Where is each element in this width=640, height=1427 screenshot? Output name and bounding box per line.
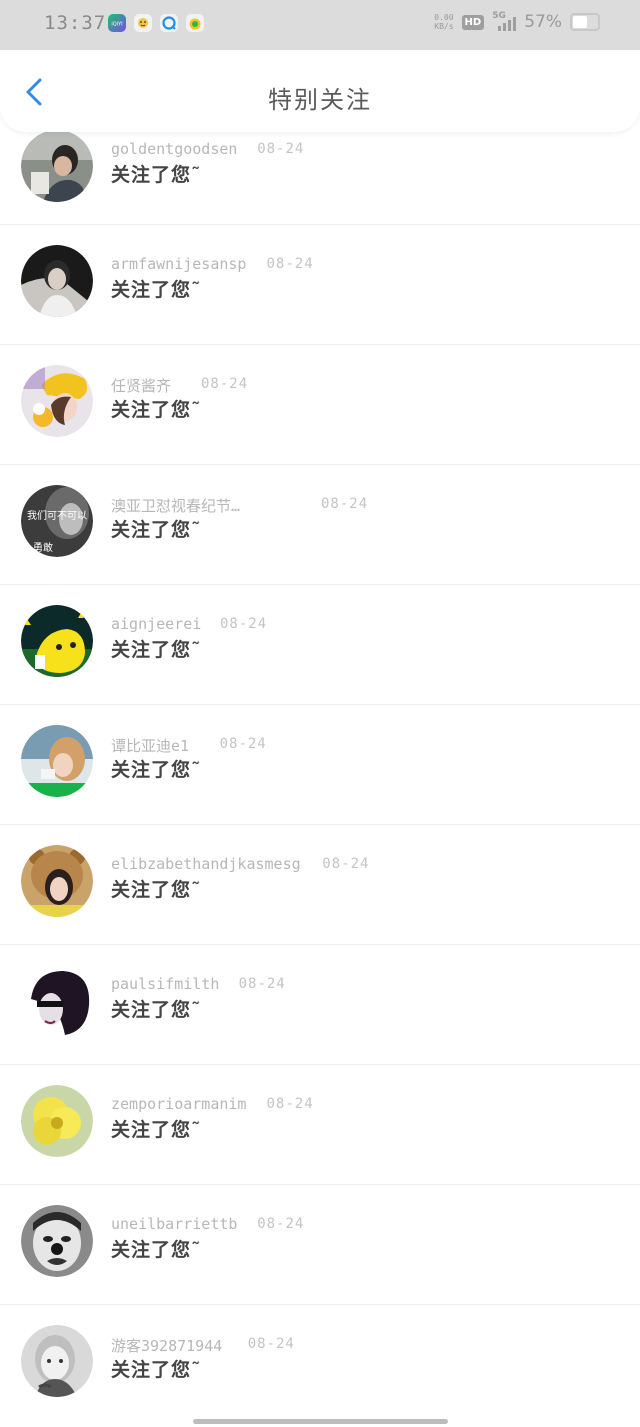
avatar-caption: 我们可不可以 [27, 509, 87, 522]
notification-row[interactable]: uneilbarriettb 08-24 关注了您˜ [0, 1185, 640, 1305]
notification-row[interactable]: elibzabethandjkasmesg 08-24 关注了您˜ [0, 825, 640, 945]
follow-date: 08-24 [201, 376, 249, 392]
signal-icon: 5G [492, 11, 517, 31]
user-name[interactable]: uneilbarriettb [111, 1215, 237, 1233]
user-avatar[interactable] [21, 1205, 93, 1277]
user-name[interactable]: paulsifmilth [111, 975, 219, 993]
follow-action-text: 关注了您˜ [111, 399, 202, 421]
user-avatar[interactable] [21, 605, 93, 677]
qq-music-app-icon [186, 14, 204, 32]
user-avatar[interactable] [21, 725, 93, 797]
user-avatar[interactable] [21, 965, 93, 1037]
user-name[interactable]: 任贤酱齐 [111, 375, 171, 396]
user-avatar[interactable] [21, 365, 93, 437]
follow-date: 08-24 [266, 256, 314, 272]
network-type: 5G [492, 11, 506, 21]
status-bar: 13:37 iQIYI 0.00 KB/s HD 5G 57% [0, 0, 640, 50]
notification-row[interactable]: paulsifmilth 08-24 关注了您˜ [0, 945, 640, 1065]
status-time: 13:37 [44, 12, 107, 34]
follow-action-text: 关注了您˜ [111, 879, 202, 901]
notification-list[interactable]: goldentgoodsen 08-24 关注了您˜ armfawnijesansp 0… [0, 131, 640, 1421]
follow-date: 08-24 [321, 496, 369, 512]
user-name[interactable]: armfawnijesansp [111, 255, 246, 273]
follow-date: 08-24 [322, 856, 370, 872]
follow-action-text: 关注了您˜ [111, 164, 202, 186]
battery-percent: 57% [524, 12, 562, 32]
user-name[interactable]: 谭比亚迪e1 [111, 735, 189, 756]
follow-action-text: 关注了您˜ [111, 1359, 202, 1381]
user-name[interactable]: goldentgoodsen [111, 140, 237, 158]
follow-action-text: 关注了您˜ [111, 519, 202, 541]
status-indicators: 0.00 KB/s HD 5G 57% [434, 11, 600, 32]
avatar-caption: 勇敢 [33, 541, 53, 554]
user-avatar[interactable] [21, 1325, 93, 1397]
home-indicator[interactable] [193, 1419, 448, 1424]
follow-action-text: 关注了您˜ [111, 279, 202, 301]
user-avatar[interactable] [21, 245, 93, 317]
user-avatar[interactable] [21, 845, 93, 917]
notification-row[interactable]: aignjeerei 08-24 关注了您˜ [0, 585, 640, 705]
notification-row[interactable]: 我们可不可以 勇敢 澳亚卫怼视春纪节… 08-24 关注了您˜ [0, 465, 640, 585]
notification-row[interactable]: goldentgoodsen 08-24 关注了您˜ [0, 131, 640, 225]
follow-action-text: 关注了您˜ [111, 639, 202, 661]
battery-icon [570, 13, 600, 31]
follow-action-text: 关注了您˜ [111, 1119, 202, 1141]
user-avatar[interactable] [21, 1085, 93, 1157]
user-name[interactable]: elibzabethandjkasmesg [111, 855, 301, 873]
follow-date: 08-24 [257, 141, 305, 157]
notification-row[interactable]: 游客392871944 08-24 关注了您˜ [0, 1305, 640, 1421]
user-avatar[interactable] [21, 131, 93, 202]
follow-action-text: 关注了您˜ [111, 759, 202, 781]
page-title: 特别关注 [268, 86, 372, 114]
user-name[interactable]: aignjeerei [111, 615, 201, 633]
iqiyi-app-icon: iQIYI [108, 14, 126, 32]
notification-row[interactable]: 任贤酱齐 08-24 关注了您˜ [0, 345, 640, 465]
follow-date: 08-24 [257, 1216, 305, 1232]
status-app-icons: iQIYI [108, 14, 204, 32]
qq-browser-app-icon [160, 14, 178, 32]
svg-text:iQIYI: iQIYI [111, 22, 122, 28]
user-avatar[interactable]: 我们可不可以勇敢 [21, 485, 93, 557]
follow-action-text: 关注了您˜ [111, 999, 202, 1021]
follow-date: 08-24 [238, 976, 286, 992]
notification-row[interactable]: armfawnijesansp 08-24 关注了您˜ [0, 225, 640, 345]
user-name[interactable]: 澳亚卫怼视春纪节… [111, 495, 240, 516]
notification-row[interactable]: zemporioarmanim 08-24 关注了您˜ [0, 1065, 640, 1185]
follow-date: 08-24 [247, 1336, 295, 1352]
navigation-bar: 特别关注 [0, 50, 640, 132]
net-speed: 0.00 KB/s [434, 13, 454, 31]
follow-date: 08-24 [266, 1096, 314, 1112]
follow-action-text: 关注了您˜ [111, 1239, 202, 1261]
follow-date: 08-24 [219, 736, 267, 752]
user-name[interactable]: zemporioarmanim [111, 1095, 246, 1113]
follow-date: 08-24 [220, 616, 268, 632]
hd-badge: HD [461, 14, 485, 30]
user-name[interactable]: 游客392871944 [111, 1335, 222, 1356]
notification-row[interactable]: 谭比亚迪e1 08-24 关注了您˜ [0, 705, 640, 825]
baby-app-icon [134, 14, 152, 32]
